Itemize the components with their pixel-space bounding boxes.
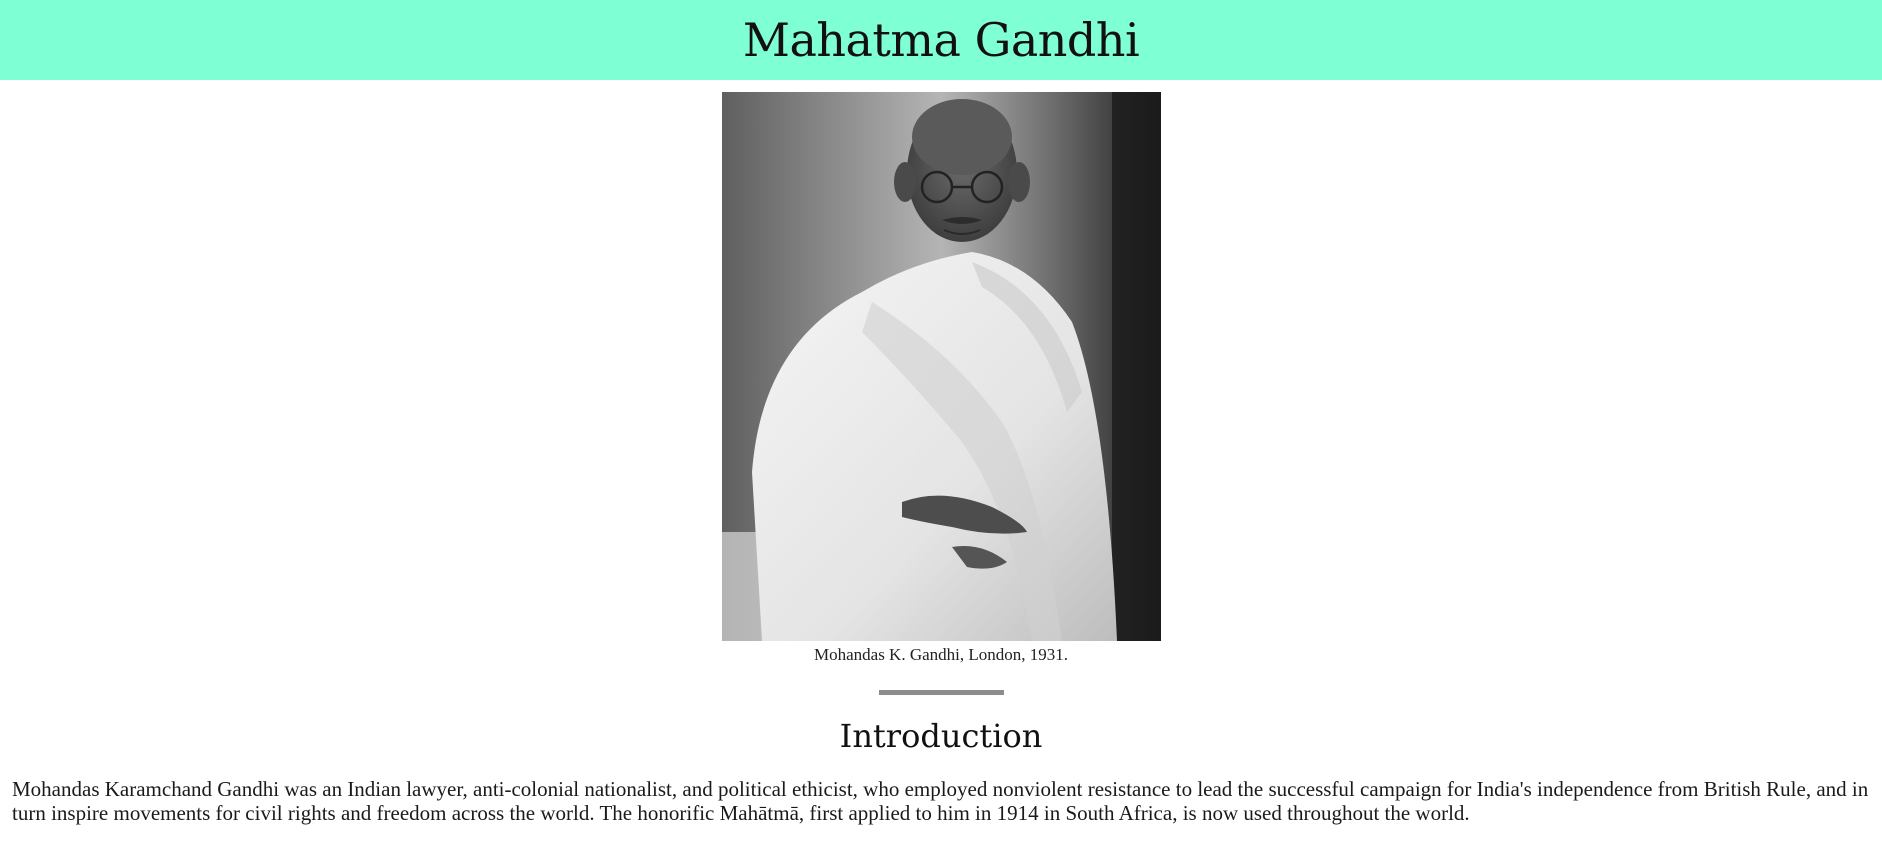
section-divider [878,690,1004,695]
page-title: Mahatma Gandhi [742,13,1140,67]
portrait-figure: Mohandas K. Gandhi, London, 1931. [0,92,1882,665]
section-heading: Introduction [839,717,1043,755]
portrait-photo [721,92,1161,641]
page-header: Mahatma Gandhi [0,0,1882,80]
portrait-illustration [721,92,1161,641]
main-content: Mohandas K. Gandhi, London, 1931. Introd… [0,92,1882,825]
intro-paragraph: Mohandas Karamchand Gandhi was an Indian… [12,777,1869,825]
portrait-caption: Mohandas K. Gandhi, London, 1931. [813,645,1069,664]
